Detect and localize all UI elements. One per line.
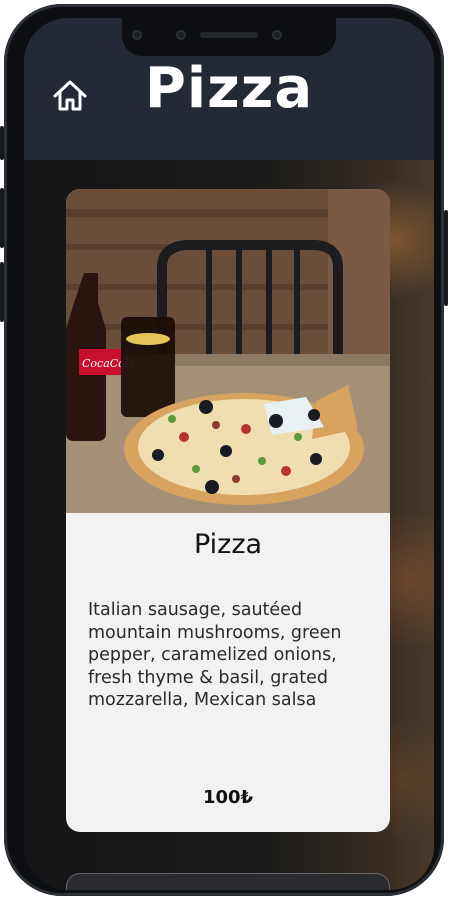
power-button <box>444 210 448 306</box>
sensor-dot <box>132 30 142 40</box>
product-description: Italian sausage, sautéed mountain mushro… <box>88 600 342 711</box>
front-camera <box>176 30 186 40</box>
pizza-photo: CocaCola <box>66 189 390 513</box>
silent-switch <box>0 126 4 160</box>
page-title: Pizza <box>144 56 314 121</box>
product-card[interactable]: CocaCola Pizza Italian sausage, sautéed … <box>66 189 390 832</box>
volume-up-button <box>0 188 4 248</box>
phone-frame: Pizza CocaCola Pizza Italian sausage, sa… <box>0 4 448 896</box>
sensor-dot-right <box>272 30 282 40</box>
volume-down-button <box>0 262 4 322</box>
product-price: 100₺ <box>202 787 254 808</box>
app-screen: Pizza CocaCola Pizza Italian sausage, sa… <box>24 18 434 890</box>
earpiece-speaker <box>200 32 258 38</box>
next-product-card-peek[interactable] <box>66 873 390 890</box>
phone-notch <box>122 18 336 56</box>
product-name: Pizza <box>193 529 263 560</box>
